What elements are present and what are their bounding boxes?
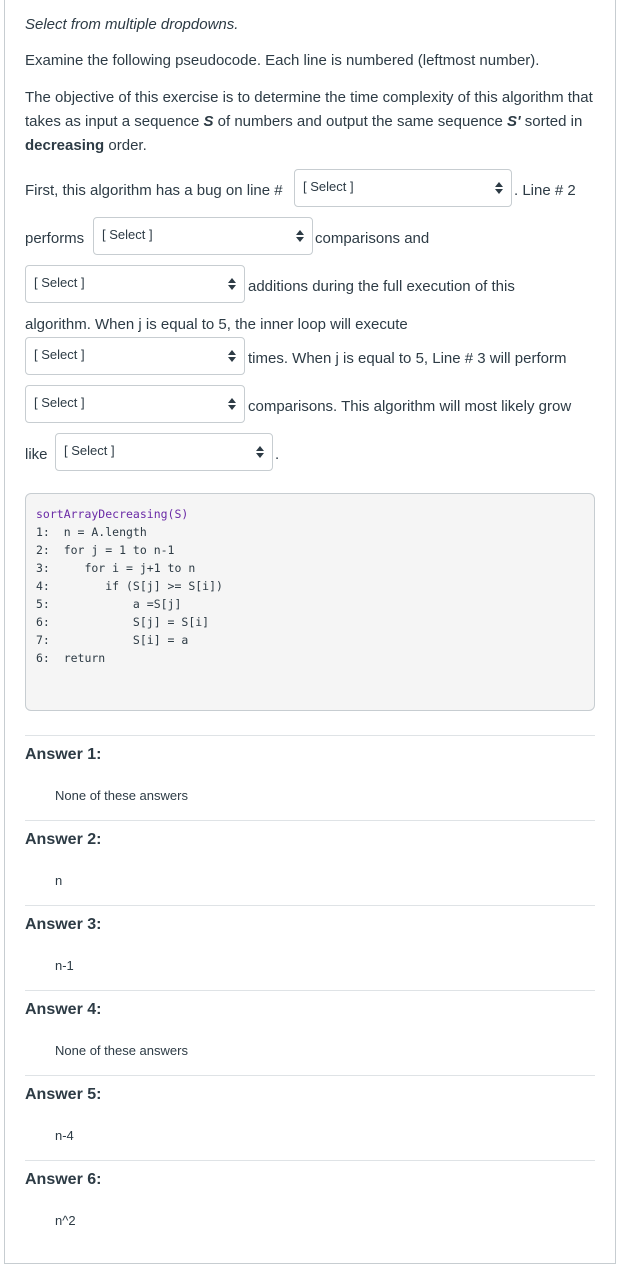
dropdown-arrows-icon [495, 182, 503, 194]
dropdown-6[interactable]: [ Select ] [55, 433, 273, 471]
text-line-3-suffix: additions during the full execution of t… [248, 278, 515, 295]
text-line-7-prefix: like [25, 446, 48, 463]
answer-value: None of these answers [55, 788, 188, 803]
answer-value: n [55, 873, 63, 888]
dropdown-arrows-icon [228, 398, 236, 410]
dropdown-arrows-icon [296, 230, 304, 242]
dropdown-arrows-icon [228, 278, 236, 290]
code-line: 1: n = A.length [36, 525, 147, 539]
text-line-6-suffix: comparisons. This algorithm will most li… [248, 398, 572, 415]
question-objective: The objective of this exercise is to det… [25, 89, 593, 154]
dropdown-arrows-icon [256, 446, 264, 458]
code-line: 7: S[i] = a [36, 633, 189, 647]
text-line-4: algorithm. When j is equal to 5, the inn… [25, 316, 408, 333]
text-line-7-suffix: . [275, 446, 280, 463]
answer-block: Answer 4: None of these answers [25, 990, 595, 1075]
dropdown-arrows-icon [228, 350, 236, 362]
answer-title: Answer 5: [25, 1086, 102, 1103]
dropdown-4[interactable]: [ Select ] [25, 337, 245, 375]
text-line-1-suffix: . Line # 2 [514, 182, 576, 199]
answer-title: Answer 1: [25, 746, 102, 763]
answer-title: Answer 6: [25, 1171, 102, 1188]
question-type-label: Select from multiple dropdowns. [25, 16, 239, 33]
dropdown-1[interactable]: [ Select ] [294, 169, 512, 207]
answer-block: Answer 5: n-4 [25, 1075, 595, 1160]
dropdown-5[interactable]: [ Select ] [25, 385, 245, 423]
code-line: 5: a =S[j] [36, 597, 182, 611]
answer-value: n^2 [55, 1213, 76, 1228]
dropdown-3[interactable]: [ Select ] [25, 265, 245, 303]
text-line-2-prefix: performs [25, 230, 85, 247]
code-line: 4: if (S[j] >= S[i]) [36, 579, 223, 593]
pseudocode-block: sortArrayDecreasing(S) 1: n = A.length 2… [25, 493, 595, 711]
dropdown-5-value: [ Select ] [34, 395, 85, 410]
dropdown-2-value: [ Select ] [102, 227, 153, 242]
text-line-1-prefix: First, this algorithm has a bug on line … [25, 182, 283, 199]
answer-value: n-1 [55, 958, 74, 973]
code-line: 6: return [36, 651, 106, 665]
answer-block: Answer 3: n-1 [25, 905, 595, 990]
code-line: 2: for j = 1 to n-1 [36, 543, 175, 557]
text-line-5-suffix: times. When j is equal to 5, Line # 3 wi… [248, 350, 567, 367]
code-header: sortArrayDecreasing(S) [36, 507, 189, 521]
code-line: 6: S[j] = S[i] [36, 615, 210, 629]
answer-block: Answer 6: n^2 [25, 1160, 595, 1245]
dropdown-4-value: [ Select ] [34, 347, 85, 362]
answer-title: Answer 3: [25, 916, 102, 933]
answer-title: Answer 4: [25, 1001, 102, 1018]
dropdown-2[interactable]: [ Select ] [93, 217, 313, 255]
answer-block: Answer 1: None of these answers [25, 735, 595, 820]
text-line-2-suffix: comparisons and [315, 230, 430, 247]
answer-value: None of these answers [55, 1043, 188, 1058]
answer-value: n-4 [55, 1128, 74, 1143]
answer-block: Answer 2: n [25, 820, 595, 905]
dropdown-3-value: [ Select ] [34, 275, 85, 290]
dropdown-6-value: [ Select ] [64, 443, 115, 458]
dropdown-1-value: [ Select ] [303, 179, 354, 194]
code-line: 3: for i = j+1 to n [36, 561, 196, 575]
question-intro: Examine the following pseudocode. Each l… [25, 52, 540, 69]
answer-title: Answer 2: [25, 831, 102, 848]
